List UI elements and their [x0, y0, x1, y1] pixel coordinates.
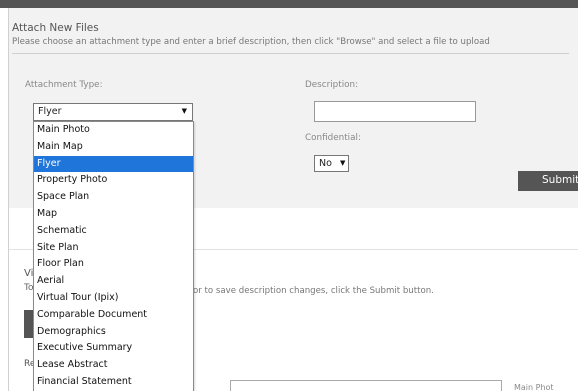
attach-panel-instructions: Please choose an attachment type and ent… [12, 37, 490, 47]
dropdown-option[interactable]: Lease Abstract [34, 357, 193, 374]
confidential-value: No [319, 158, 332, 169]
description-input[interactable] [314, 101, 476, 122]
dropdown-option[interactable]: Schematic [34, 223, 193, 240]
dropdown-option[interactable]: Demographics [34, 324, 193, 341]
row-type-label: Main Phot [514, 383, 554, 391]
dropdown-option[interactable]: Main Map [34, 139, 193, 156]
panel-divider [12, 53, 569, 54]
submit-button[interactable]: Submit [518, 171, 578, 191]
attachment-type-select[interactable]: Flyer ▼ [33, 103, 193, 121]
dropdown-option[interactable]: Space Plan [34, 189, 193, 206]
description-label: Description: [305, 80, 359, 90]
view-files-title: Vi [24, 268, 34, 279]
dropdown-option[interactable]: Virtual Tour (Ipix) [34, 290, 193, 307]
dropdown-option[interactable]: Flyer [34, 155, 193, 173]
dropdown-option[interactable]: Floor Plan [34, 256, 193, 273]
attachment-type-label: Attachment Type: [25, 80, 103, 90]
dropdown-option[interactable]: Aerial [34, 273, 193, 290]
dropdown-option[interactable]: Property Photo [34, 172, 193, 189]
chevron-down-icon: ▼ [340, 159, 346, 167]
dropdown-option[interactable]: Site Plan [34, 240, 193, 257]
attachment-type-value: Flyer [38, 106, 62, 117]
attach-panel-title: Attach New Files [12, 22, 99, 34]
dropdown-option[interactable]: Financial Statement [34, 374, 193, 391]
dropdown-option[interactable]: Executive Summary [34, 340, 193, 357]
attachment-type-dropdown-list: Main Photo Main Map Flyer Property Photo Spa… [33, 121, 194, 391]
dropdown-option[interactable]: Map [34, 206, 193, 223]
confidential-label: Confidential: [305, 133, 361, 143]
confidential-select[interactable]: No ▼ [314, 155, 349, 172]
top-bar [0, 0, 578, 8]
view-files-instructions: nts or to save description changes, clic… [177, 286, 434, 296]
row-description-input[interactable] [230, 380, 502, 391]
chevron-down-icon: ▼ [181, 107, 187, 115]
dropdown-option[interactable]: Main Photo [34, 122, 193, 139]
dropdown-option[interactable]: Comparable Document [34, 307, 193, 324]
